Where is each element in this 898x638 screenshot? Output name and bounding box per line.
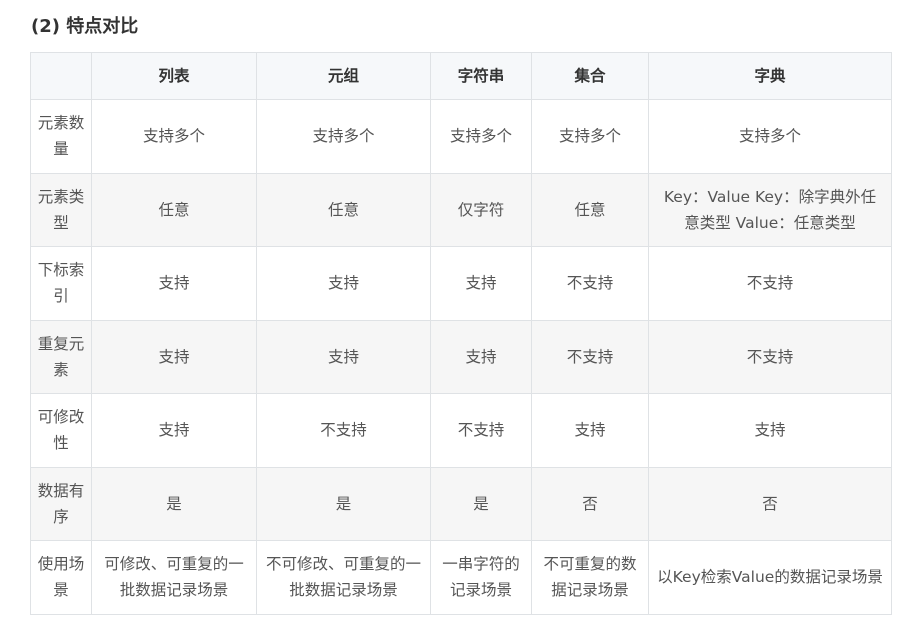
table-cell: 支持多个 [91, 99, 257, 174]
row-label: 使用场景 [30, 540, 92, 615]
table-cell: 支持多个 [648, 99, 892, 174]
table-row: 元素数量 支持多个 支持多个 支持多个 支持多个 支持多个 [30, 99, 892, 174]
table-cell: 任意 [531, 172, 649, 247]
row-label: 可修改性 [30, 393, 92, 468]
header-cell-corner [30, 52, 92, 100]
table-cell: 不支持 [430, 393, 532, 468]
table-cell: 任意 [256, 172, 431, 247]
table-cell: 支持 [531, 393, 649, 468]
table-cell: 支持多个 [256, 99, 431, 174]
section-heading: (2) 特点对比 [31, 16, 139, 37]
table-cell: 否 [531, 466, 649, 541]
table-cell: 支持多个 [430, 99, 532, 174]
header-cell-list: 列表 [91, 52, 257, 100]
table-row: 元素类型 任意 任意 仅字符 任意 Key：Value Key：除字典外任意类型… [30, 172, 892, 247]
table-cell: 不支持 [648, 246, 892, 321]
table-row: 数据有序 是 是 是 否 否 [30, 466, 892, 541]
table-cell: 是 [256, 466, 431, 541]
table-cell: 不可重复的数据记录场景 [531, 540, 649, 615]
table-cell: 支持 [430, 319, 532, 394]
table-cell: 不支持 [531, 319, 649, 394]
table-cell: 可修改、可重复的一批数据记录场景 [91, 540, 257, 615]
table-cell: Key：Value Key：除字典外任意类型 Value：任意类型 [648, 172, 892, 247]
table-cell: 不支持 [648, 319, 892, 394]
header-cell-set: 集合 [531, 52, 649, 100]
table-cell: 任意 [91, 172, 257, 247]
table-cell: 支持 [91, 393, 257, 468]
table-cell: 支持多个 [531, 99, 649, 174]
row-label: 元素类型 [30, 172, 92, 247]
table-header-row: 列表 元组 字符串 集合 字典 [30, 52, 892, 100]
table-cell: 是 [430, 466, 532, 541]
row-label: 重复元素 [30, 319, 92, 394]
table-cell: 以Key检索Value的数据记录场景 [648, 540, 892, 615]
table-row: 使用场景 可修改、可重复的一批数据记录场景 不可修改、可重复的一批数据记录场景 … [30, 540, 892, 615]
row-label: 下标索引 [30, 246, 92, 321]
table-cell: 支持 [91, 319, 257, 394]
table-cell: 否 [648, 466, 892, 541]
table-cell: 一串字符的记录场景 [430, 540, 532, 615]
header-cell-dict: 字典 [648, 52, 892, 100]
comparison-table: 列表 元组 字符串 集合 字典 元素数量 支持多个 支持多个 支持多个 支持多个… [30, 52, 892, 615]
table-cell: 不支持 [256, 393, 431, 468]
table-row: 重复元素 支持 支持 支持 不支持 不支持 [30, 319, 892, 394]
table-row: 下标索引 支持 支持 支持 不支持 不支持 [30, 246, 892, 321]
table-cell: 支持 [648, 393, 892, 468]
header-cell-tuple: 元组 [256, 52, 431, 100]
row-label: 数据有序 [30, 466, 92, 541]
table-cell: 不可修改、可重复的一批数据记录场景 [256, 540, 431, 615]
table-cell: 支持 [256, 319, 431, 394]
table-cell: 不支持 [531, 246, 649, 321]
table-cell: 支持 [430, 246, 532, 321]
header-cell-string: 字符串 [430, 52, 532, 100]
table-cell: 仅字符 [430, 172, 532, 247]
table-cell: 支持 [91, 246, 257, 321]
table-cell: 支持 [256, 246, 431, 321]
table-cell: 是 [91, 466, 257, 541]
table-row: 可修改性 支持 不支持 不支持 支持 支持 [30, 393, 892, 468]
page: (2) 特点对比 列表 元组 字符串 集合 字典 元素数量 支持多个 支持多个 … [0, 0, 898, 638]
row-label: 元素数量 [30, 99, 92, 174]
